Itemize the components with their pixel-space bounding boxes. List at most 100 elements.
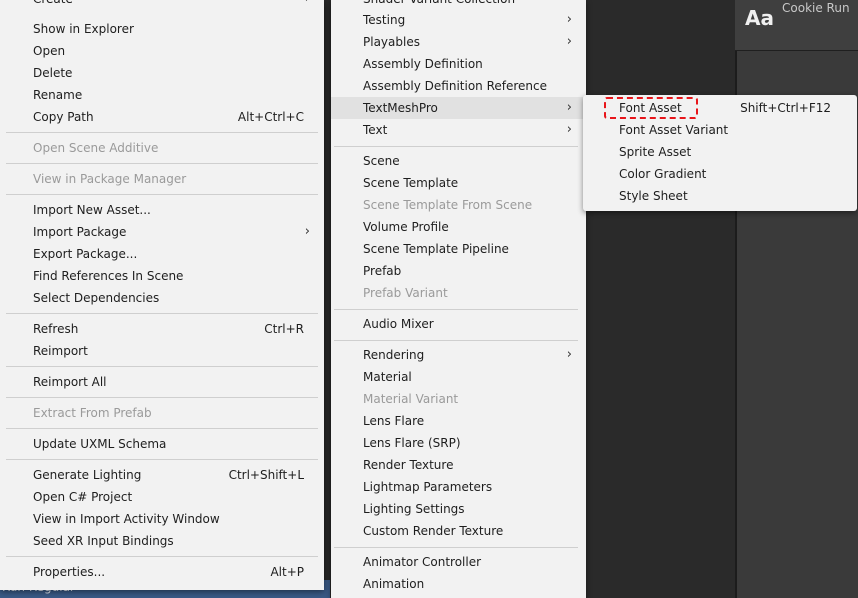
menu-item-label: Font Asset Variant <box>619 123 729 137</box>
menu-item-copy-path[interactable]: Copy Path Alt+Ctrl+C <box>0 106 324 128</box>
menu-item-style-sheet[interactable]: Style Sheet <box>583 185 857 207</box>
menu-item-import-new-asset[interactable]: Import New Asset... <box>0 199 324 221</box>
menu-item-material[interactable]: Material <box>331 366 586 388</box>
menu-item-playables[interactable]: Playables › <box>331 31 586 53</box>
menu-item-import-package[interactable]: Import Package › <box>0 221 324 243</box>
menu-item-label: Update UXML Schema <box>33 437 167 451</box>
menu-item-label: Find References In Scene <box>33 269 184 283</box>
menu-item-view-in-package-manager: View in Package Manager <box>0 168 324 190</box>
menu-item-label: Prefab <box>363 264 402 278</box>
menu-item-animator-controller[interactable]: Animator Controller <box>331 551 586 573</box>
menu-item-label: Assembly Definition Reference <box>363 79 548 93</box>
menu-separator <box>6 132 318 133</box>
menu-item-label: Animation <box>363 577 425 591</box>
font-preview-header: Aa Cookie Run <box>735 0 858 51</box>
menu-item-label: Delete <box>33 66 73 80</box>
menu-item-show-in-explorer[interactable]: Show in Explorer <box>0 18 324 40</box>
menu-item-text[interactable]: Text › <box>331 119 586 141</box>
menu-item-shortcut: Ctrl+R <box>264 322 304 336</box>
menu-item-delete[interactable]: Delete <box>0 62 324 84</box>
menu-item-label: Playables <box>363 35 420 49</box>
menu-item-lens-flare[interactable]: Lens Flare <box>331 410 586 432</box>
menu-item-audio-mixer[interactable]: Audio Mixer <box>331 313 586 335</box>
menu-item-label: Lighting Settings <box>363 502 465 516</box>
menu-item-find-references[interactable]: Find References In Scene <box>0 265 324 287</box>
menu-item-label: Export Package... <box>33 247 138 261</box>
menu-item-sprite-asset[interactable]: Sprite Asset <box>583 141 857 163</box>
menu-separator <box>6 194 318 195</box>
menu-item-material-variant: Material Variant <box>331 388 586 410</box>
menu-item-label: Lens Flare <box>363 414 425 428</box>
menu-item-scene-template[interactable]: Scene Template <box>331 172 586 194</box>
menu-item-open-scene-additive: Open Scene Additive <box>0 137 324 159</box>
project-panel-background <box>586 0 735 598</box>
menu-item-custom-render-texture[interactable]: Custom Render Texture <box>331 520 586 542</box>
menu-item-testing[interactable]: Testing › <box>331 9 586 31</box>
menu-item-label: Render Texture <box>363 458 454 472</box>
menu-separator <box>334 547 578 548</box>
menu-item-color-gradient[interactable]: Color Gradient <box>583 163 857 185</box>
menu-item-prefab[interactable]: Prefab <box>331 260 586 282</box>
menu-item-label: Properties... <box>33 565 106 579</box>
menu-item-volume-profile[interactable]: Volume Profile <box>331 216 586 238</box>
menu-item-shortcut: Alt+Ctrl+C <box>237 110 304 124</box>
menu-item-label: TextMeshPro <box>363 101 438 115</box>
menu-item-label: Scene Template Pipeline <box>363 242 509 256</box>
menu-item-label: Style Sheet <box>619 189 688 203</box>
chevron-right-icon: › <box>566 12 572 27</box>
menu-item-scene-template-from-scene: Scene Template From Scene <box>331 194 586 216</box>
menu-item-export-package[interactable]: Export Package... <box>0 243 324 265</box>
panel-divider <box>735 0 737 598</box>
menu-item-assembly-definition[interactable]: Assembly Definition <box>331 53 586 75</box>
menu-separator <box>6 366 318 367</box>
menu-item-label: Lightmap Parameters <box>363 480 493 494</box>
menu-item-refresh[interactable]: Refresh Ctrl+R <box>0 318 324 340</box>
menu-item-rename[interactable]: Rename <box>0 84 324 106</box>
chevron-right-icon: › <box>305 0 310 10</box>
menu-item-label: Material <box>363 370 412 384</box>
menu-item-update-uxml-schema[interactable]: Update UXML Schema <box>0 433 324 455</box>
inspector-panel: Aa Cookie Run <box>735 0 858 598</box>
menu-item-seed-xr-input-bindings[interactable]: Seed XR Input Bindings <box>0 530 324 552</box>
menu-item-lighting-settings[interactable]: Lighting Settings <box>331 498 586 520</box>
menu-item-rendering[interactable]: Rendering › <box>331 344 586 366</box>
menu-item-label: Select Dependencies <box>33 291 160 305</box>
menu-item-select-dependencies[interactable]: Select Dependencies <box>0 287 324 309</box>
menu-item-shortcut: Alt+P <box>270 565 304 579</box>
menu-item-label: Open Scene Additive <box>33 141 159 155</box>
menu-item-open-csharp-project[interactable]: Open C# Project <box>0 486 324 508</box>
menu-item-open[interactable]: Open <box>0 40 324 62</box>
menu-item-label: Open C# Project <box>33 490 133 504</box>
menu-separator <box>6 397 318 398</box>
menu-item-font-asset-variant[interactable]: Font Asset Variant <box>583 119 857 141</box>
menu-item-textmeshpro[interactable]: TextMeshPro › <box>331 97 586 119</box>
menu-item-label: Reimport <box>33 344 88 358</box>
menu-item-view-import-activity[interactable]: View in Import Activity Window <box>0 508 324 530</box>
menu-item-label: Color Gradient <box>619 167 707 181</box>
menu-item-scene-template-pipeline[interactable]: Scene Template Pipeline <box>331 238 586 260</box>
menu-item-properties[interactable]: Properties... Alt+P <box>0 561 324 583</box>
menu-item-lightmap-parameters[interactable]: Lightmap Parameters <box>331 476 586 498</box>
menu-item-render-texture[interactable]: Render Texture <box>331 454 586 476</box>
menu-item-animation[interactable]: Animation <box>331 573 586 595</box>
menu-item-lens-flare-srp[interactable]: Lens Flare (SRP) <box>331 432 586 454</box>
menu-item-label: Import New Asset... <box>33 203 151 217</box>
menu-item-label: Scene Template From Scene <box>363 198 533 212</box>
chevron-right-icon: › <box>566 34 572 49</box>
menu-item-create[interactable]: Create › <box>0 0 324 10</box>
menu-item-generate-lighting[interactable]: Generate Lighting Ctrl+Shift+L <box>0 464 324 486</box>
menu-item-assembly-definition-reference[interactable]: Assembly Definition Reference <box>331 75 586 97</box>
chevron-right-icon: › <box>304 224 310 239</box>
font-name-label: Cookie Run <box>782 1 850 15</box>
menu-item-reimport-all[interactable]: Reimport All <box>0 371 324 393</box>
menu-item-label: Rendering <box>363 348 425 362</box>
chevron-right-icon: › <box>566 100 572 115</box>
menu-item-label: Import Package <box>33 225 127 239</box>
menu-item-scene[interactable]: Scene <box>331 150 586 172</box>
menu-item-label: Create <box>33 0 73 10</box>
menu-item-shortcut: Shift+Ctrl+F12 <box>740 101 831 115</box>
menu-item-label: Animator Controller <box>363 555 482 569</box>
menu-item-reimport[interactable]: Reimport <box>0 340 324 362</box>
menu-separator <box>6 459 318 460</box>
menu-item-label: Generate Lighting <box>33 468 142 482</box>
